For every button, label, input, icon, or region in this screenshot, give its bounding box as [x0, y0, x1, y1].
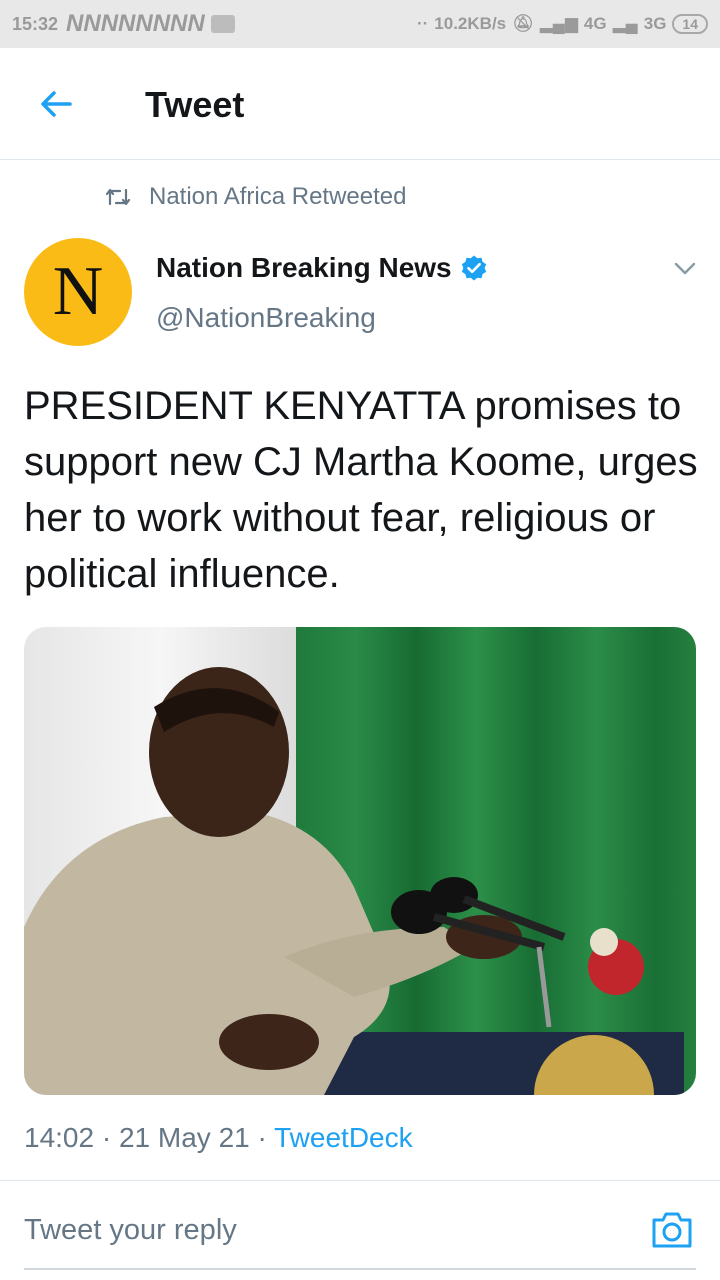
chevron-down-icon[interactable]: [670, 256, 700, 280]
verified-badge-icon: [461, 255, 486, 281]
status-bar: 15:32 NNNNNNNN ·· 10.2KB/s 🔕︎ ▂▄▆ 4G ▂▄ …: [0, 0, 720, 48]
status-time: 15:32: [12, 13, 59, 34]
meta-separator: ·: [101, 1122, 119, 1153]
network-type-1: 4G: [583, 14, 607, 33]
reply-underline: [24, 1268, 696, 1270]
message-icon: [210, 15, 235, 33]
arrow-left-icon[interactable]: [36, 84, 76, 124]
reply-input[interactable]: Tweet your reply: [24, 1214, 237, 1247]
meta-separator: ·: [257, 1122, 275, 1153]
mute-icon: 🔕︎: [512, 14, 534, 33]
divider: [0, 1180, 720, 1181]
author-name-row[interactable]: Nation Breaking News: [156, 252, 488, 284]
retweet-icon: [105, 188, 131, 206]
network-type-2: 3G: [643, 14, 667, 33]
signal-icon: ▂▄▆: [539, 14, 578, 33]
tweet-date: 21 May 21: [118, 1122, 250, 1153]
tweet-time: 14:02: [24, 1122, 95, 1153]
signal-icon-2: ▂▄: [612, 14, 638, 33]
retweet-label: Nation Africa Retweeted: [149, 183, 407, 210]
avatar-letter: N: [52, 253, 104, 330]
battery-icon: 14: [672, 14, 708, 34]
dots-icon: ··: [416, 14, 429, 33]
author-name: Nation Breaking News: [156, 252, 452, 283]
notification-icons: NNNNNNNN: [66, 10, 205, 37]
retweet-context[interactable]: Nation Africa Retweeted: [105, 183, 406, 211]
tweet-text: PRESIDENT KENYATTA promises to support n…: [24, 384, 698, 596]
tweet-source-link[interactable]: TweetDeck: [274, 1122, 413, 1153]
page-title: Tweet: [145, 84, 245, 125]
tweet-photo[interactable]: [24, 627, 696, 1095]
camera-icon[interactable]: [650, 1210, 694, 1250]
tweet-meta: 14:02 · 21 May 21 · TweetDeck: [24, 1122, 413, 1154]
app-header: Tweet: [0, 48, 720, 160]
net-speed: 10.2KB/s: [434, 14, 507, 33]
avatar[interactable]: N: [24, 238, 132, 346]
author-handle[interactable]: @NationBreaking: [156, 302, 376, 334]
speaker-photo: [24, 627, 696, 1095]
